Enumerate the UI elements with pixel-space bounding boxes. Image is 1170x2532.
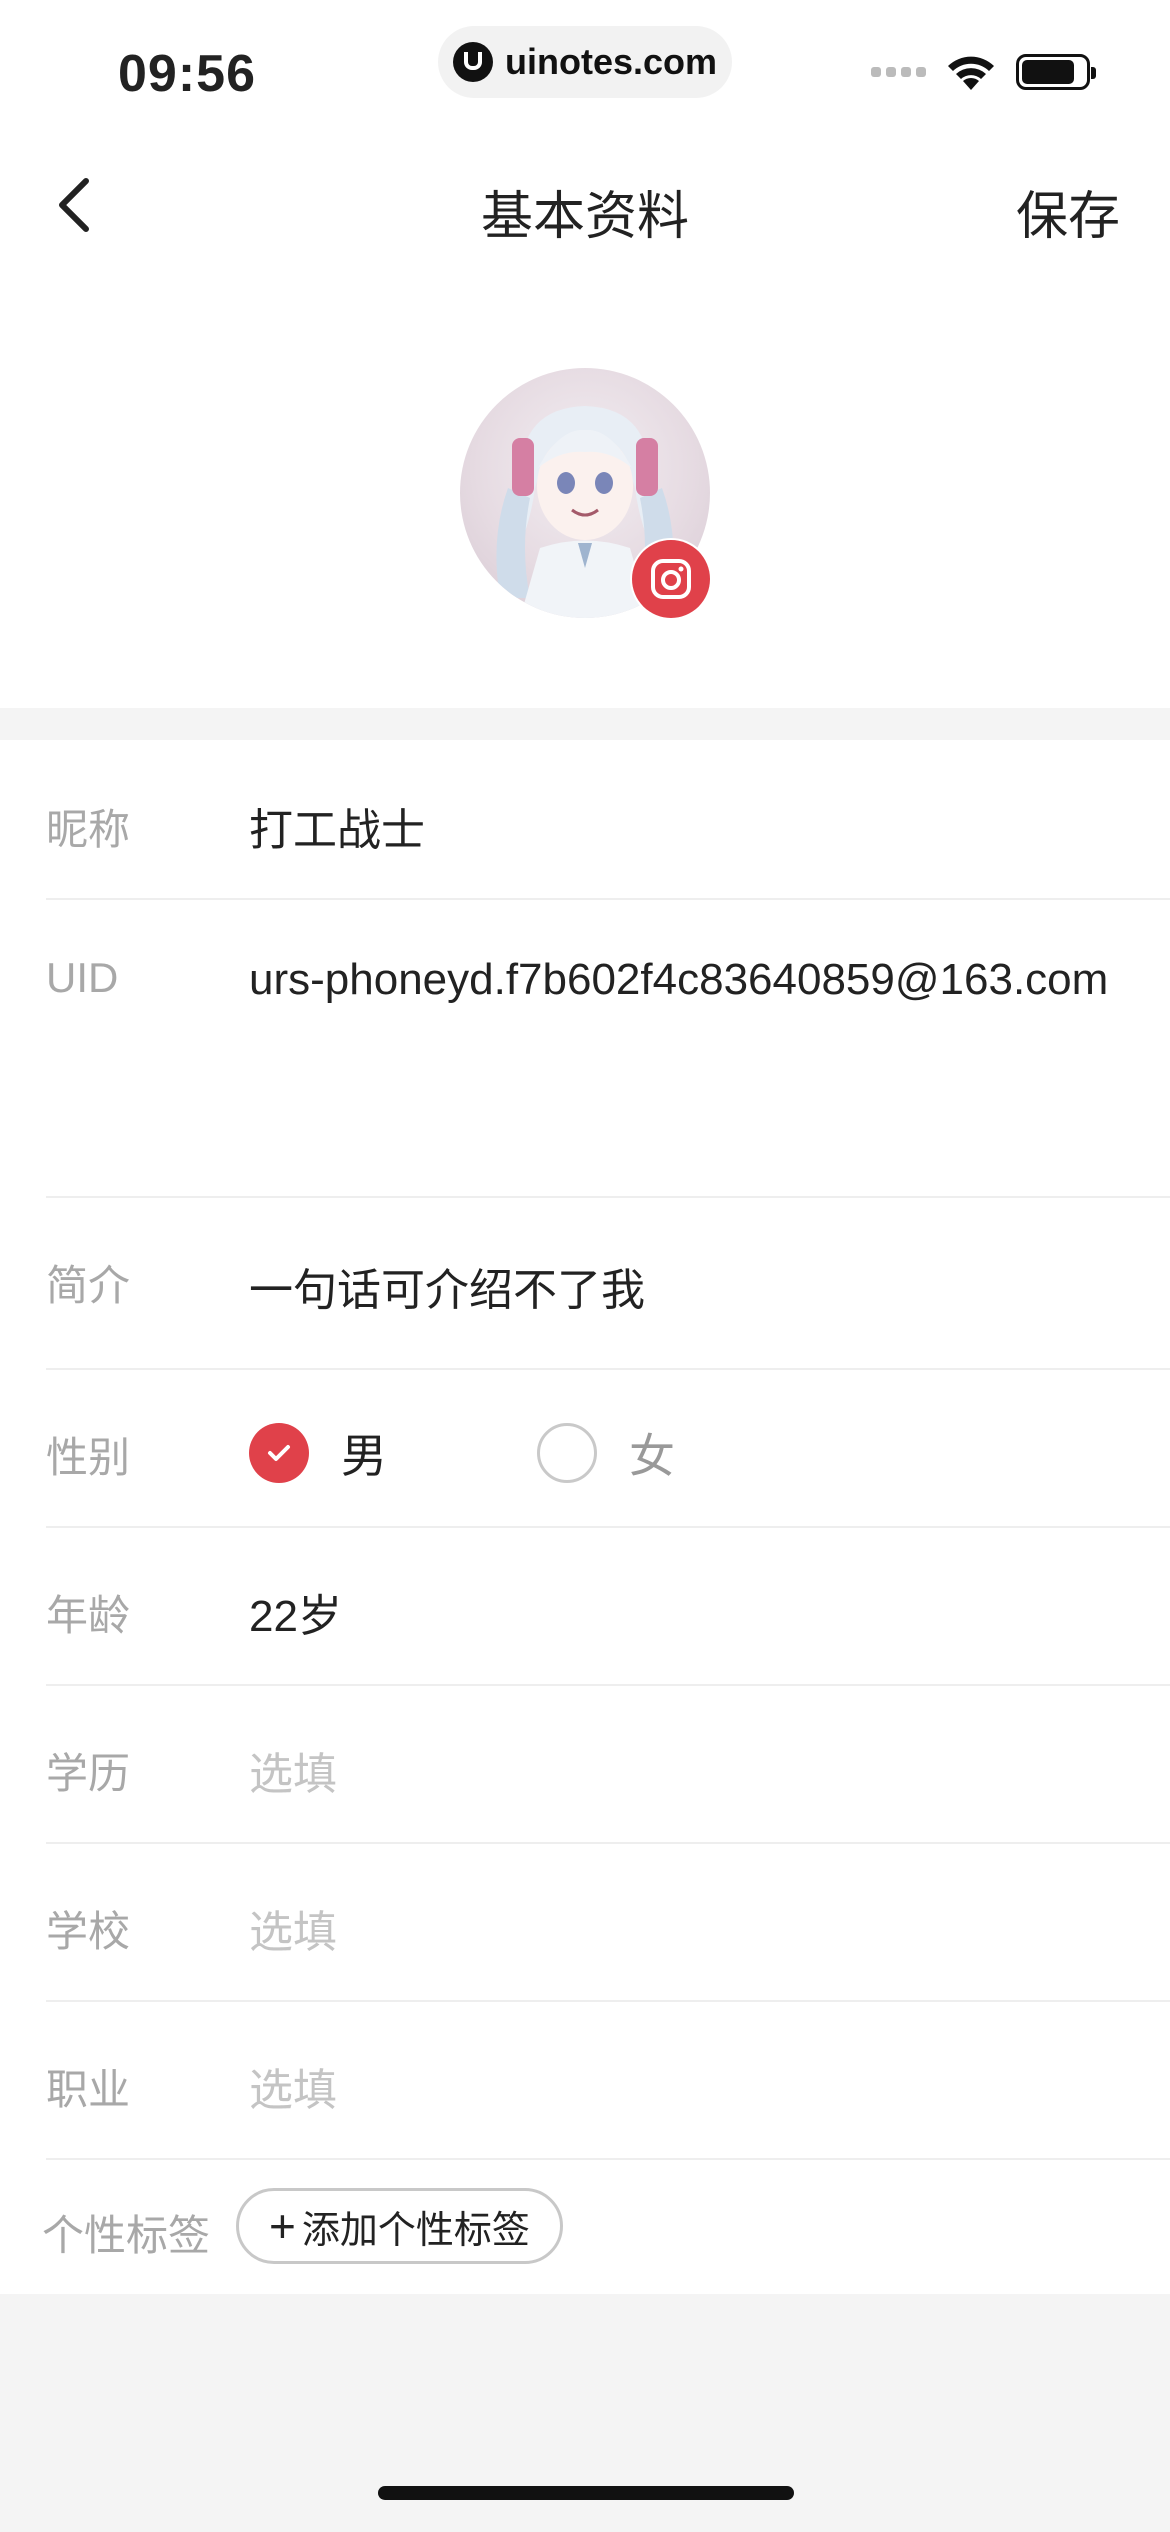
gender-option-female[interactable]: 女	[537, 1420, 675, 1486]
tags-label: 个性标签	[42, 2212, 211, 2259]
plus-icon: +	[269, 2200, 296, 2252]
url-text: uinotes.com	[504, 41, 718, 82]
occupation-label: 职业	[46, 2066, 131, 2113]
change-avatar-button[interactable]	[632, 540, 710, 618]
checkmark-icon	[268, 1445, 290, 1461]
status-icons	[871, 52, 1096, 92]
gender-female-label: 女	[629, 1430, 675, 1482]
camera-icon	[651, 559, 691, 599]
add-tag-button[interactable]: + 添加个性标签	[236, 2188, 563, 2264]
save-button[interactable]: 保存	[1016, 174, 1120, 249]
occupation-input[interactable]: 选填	[249, 2054, 337, 2118]
education-label: 学历	[46, 1750, 131, 1797]
uid-label: UID	[46, 954, 119, 1001]
bio-label: 简介	[46, 1262, 131, 1309]
page-title: 基本资料	[480, 188, 689, 246]
gender-option-male[interactable]: 男	[249, 1420, 387, 1486]
profile-edit-screen: 09:56 uinotes.com 基本资料 保存 昵称 打工战士 UID ur…	[0, 0, 1170, 2532]
occupation-row[interactable]: 职业 选填	[46, 2000, 1170, 2160]
uid-value: urs-phoneyd.f7b602f4c83640859@163.com	[249, 955, 1109, 1004]
wifi-icon	[948, 56, 994, 90]
add-tag-label: 添加个性标签	[301, 2209, 530, 2252]
education-input[interactable]: 选填	[249, 1738, 337, 1802]
status-time: 09:56	[118, 45, 256, 103]
nickname-value[interactable]: 打工战士	[249, 794, 425, 858]
profile-form: 昵称 打工战士 UID urs-phoneyd.f7b602f4c8364085…	[0, 740, 1170, 2294]
cellular-signal-icon	[871, 67, 926, 77]
school-row[interactable]: 学校 选填	[46, 1842, 1170, 2002]
gender-row: 性别 男 女	[46, 1368, 1170, 1528]
age-row[interactable]: 年龄 22岁	[46, 1526, 1170, 1686]
url-pill[interactable]: uinotes.com	[438, 26, 732, 98]
nav-bar: 基本资料 保存	[0, 130, 1170, 280]
radio-checked-icon	[249, 1423, 309, 1483]
school-input[interactable]: 选填	[249, 1896, 337, 1960]
gender-label: 性别	[46, 1434, 131, 1481]
uid-row: UID urs-phoneyd.f7b602f4c83640859@163.co…	[46, 898, 1170, 1198]
radio-unchecked-icon	[537, 1423, 597, 1483]
age-label: 年龄	[46, 1592, 131, 1639]
education-row[interactable]: 学历 选填	[46, 1684, 1170, 1844]
section-divider	[0, 708, 1170, 740]
site-logo-icon	[452, 42, 493, 82]
bio-row[interactable]: 简介 一句话可介绍不了我	[46, 1196, 1170, 1370]
school-label: 学校	[46, 1908, 131, 1955]
nickname-row[interactable]: 昵称 打工战士	[46, 740, 1170, 900]
tags-row: 个性标签 + 添加个性标签	[42, 2158, 1166, 2294]
age-value[interactable]: 22岁	[249, 1580, 342, 1644]
status-bar: 09:56 uinotes.com	[0, 0, 1170, 130]
battery-icon	[1016, 54, 1096, 90]
gender-male-label: 男	[341, 1430, 387, 1482]
home-indicator[interactable]	[378, 2486, 794, 2500]
nickname-label: 昵称	[46, 806, 131, 853]
bio-value[interactable]: 一句话可介绍不了我	[249, 1254, 645, 1318]
avatar-section	[0, 280, 1170, 708]
